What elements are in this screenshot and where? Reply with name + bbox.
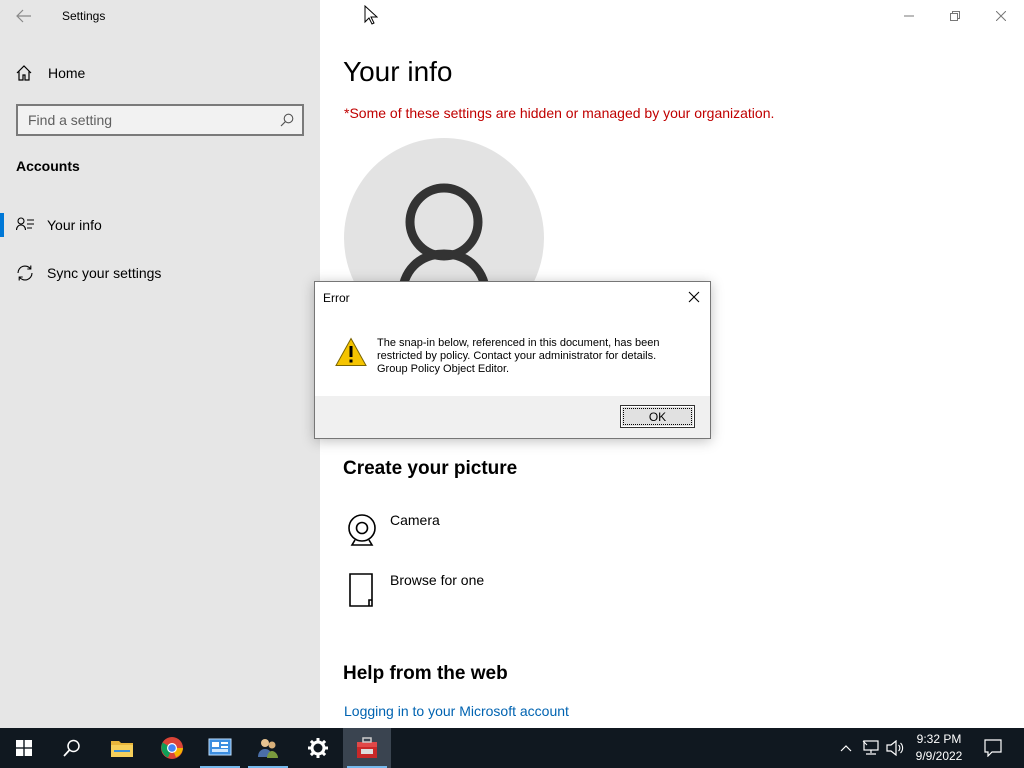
settings-icon [308, 738, 328, 758]
network-icon [862, 740, 879, 755]
browse-option[interactable]: Browse for one [344, 572, 644, 612]
notification-icon [984, 739, 1002, 757]
help-heading: Help from the web [343, 663, 508, 684]
dialog-footer: OK [315, 396, 710, 438]
dialog-message: The snap-in below, referenced in this do… [377, 337, 697, 376]
dialog-message-line: restricted by policy. Contact your admin… [377, 350, 657, 362]
camera-icon [344, 512, 378, 553]
microsoft-account-link[interactable]: Logging in to your Microsoft account [344, 703, 569, 719]
chrome-button[interactable] [148, 728, 196, 768]
search-icon [63, 739, 80, 757]
control-panel-icon [208, 738, 232, 756]
home-nav[interactable]: Home [0, 58, 320, 88]
taskbar-search-button[interactable] [48, 728, 96, 768]
org-managed-note: *Some of these settings are hidden or ma… [344, 105, 775, 121]
clock-time: 9:32 PM [916, 732, 962, 746]
restore-button[interactable] [932, 0, 978, 32]
sidebar-item-your-info[interactable]: Your info [0, 207, 320, 243]
back-button[interactable] [10, 4, 38, 28]
sidebar-item-label: Your info [47, 217, 102, 233]
volume-button[interactable] [884, 728, 906, 768]
dialog-message-line: Group Policy Object Editor. [377, 363, 510, 375]
home-icon [16, 65, 32, 86]
search-input[interactable] [18, 106, 268, 134]
close-icon [996, 11, 1006, 21]
error-dialog: Error The snap-in below, referenced in t… [314, 281, 711, 439]
toolbox-button[interactable] [343, 728, 391, 768]
users-icon [258, 739, 278, 758]
volume-icon [886, 740, 904, 756]
camera-label: Camera [390, 512, 440, 528]
clock-date: 9/9/2022 [915, 749, 963, 763]
toolbox-icon [357, 737, 377, 758]
control-panel-button[interactable] [196, 728, 244, 768]
sidebar-item-label: Sync your settings [47, 265, 162, 281]
ok-button[interactable]: OK [620, 405, 695, 428]
dialog-message-line: The snap-in below, referenced in this do… [377, 337, 660, 349]
app-title: Settings [62, 9, 106, 23]
close-button[interactable] [978, 0, 1024, 32]
sync-icon [16, 265, 34, 286]
show-hidden-icons-button[interactable] [836, 728, 856, 768]
title-bar: Settings [0, 0, 320, 32]
restore-icon [950, 11, 960, 21]
file-icon [344, 572, 378, 613]
action-center-button[interactable] [978, 728, 1008, 768]
chrome-icon [161, 737, 183, 759]
warning-icon [335, 337, 367, 372]
browse-label: Browse for one [390, 572, 485, 588]
page-title: Your info [343, 56, 453, 87]
back-arrow-icon [16, 9, 31, 23]
mouse-cursor-icon [364, 4, 379, 30]
search-icon[interactable] [280, 113, 294, 132]
minimize-icon [904, 15, 914, 17]
section-accounts: Accounts [16, 158, 80, 174]
camera-option[interactable]: Camera [344, 512, 644, 552]
users-button[interactable] [244, 728, 292, 768]
network-button[interactable] [860, 728, 882, 768]
settings-button[interactable] [294, 728, 342, 768]
minimize-button[interactable] [886, 0, 932, 32]
start-button[interactable] [0, 728, 48, 768]
dialog-close-button[interactable] [684, 287, 704, 307]
sidebar: Settings Home Accounts Your info Sync yo… [0, 0, 320, 728]
dialog-title: Error [323, 291, 350, 305]
create-picture-heading: Create your picture [343, 458, 518, 479]
start-icon [16, 740, 32, 756]
home-label: Home [48, 65, 86, 81]
file-explorer-button[interactable] [98, 728, 146, 768]
clock[interactable]: 9:32 PM 9/9/2022 [910, 731, 968, 765]
chevron-up-icon [840, 745, 852, 752]
person-list-icon [15, 217, 34, 236]
close-icon [688, 291, 700, 303]
taskbar: 9:32 PM 9/9/2022 [0, 728, 1024, 768]
sidebar-item-sync[interactable]: Sync your settings [0, 255, 320, 291]
file-explorer-icon [111, 741, 133, 757]
search-box[interactable] [16, 104, 304, 136]
